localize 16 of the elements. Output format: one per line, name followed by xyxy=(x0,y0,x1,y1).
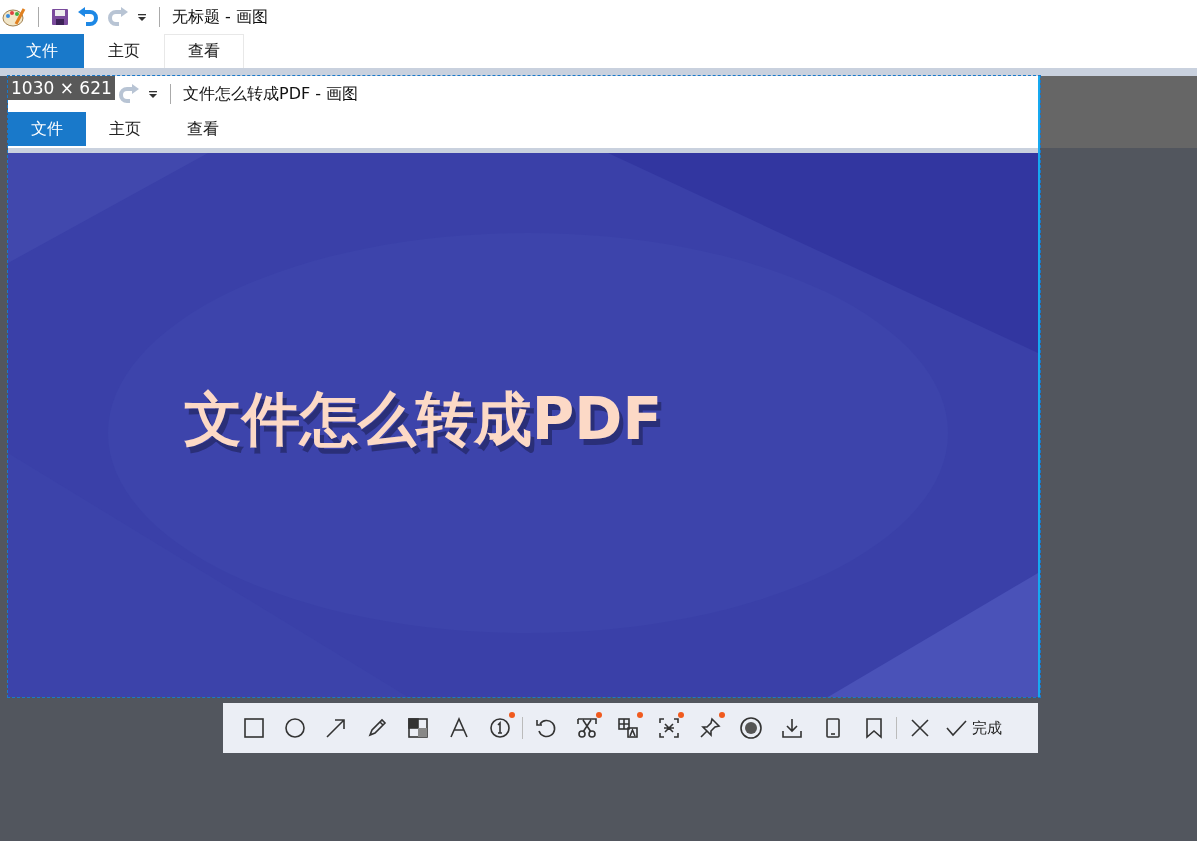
done-button[interactable]: 完成 xyxy=(940,716,1006,740)
banner-title: 文件怎么转成PDF xyxy=(183,384,663,455)
redo-icon xyxy=(118,84,140,104)
capture-frame[interactable]: 文件怎么转成PDF - 画图 文件 主页 查看 文件怎么转成PDF 1030 × 621 xyxy=(8,76,1040,697)
window-title: 文件怎么转成PDF - 画图 xyxy=(183,83,359,105)
save-icon[interactable] xyxy=(51,8,69,26)
dropdown-icon xyxy=(148,89,158,99)
size-label: 1030 × 621 xyxy=(8,76,115,100)
ribbon-tab[interactable]: 查看 xyxy=(164,34,244,68)
dropdown-icon[interactable] xyxy=(137,12,147,22)
window-title: 无标题 - 画图 xyxy=(172,6,268,28)
tab-label: 查看 xyxy=(186,117,220,140)
ribbon-tab: 文件 xyxy=(8,112,86,146)
paint-palette-icon[interactable] xyxy=(2,6,26,28)
tab-label: 主页 xyxy=(108,117,142,140)
ribbon-tab[interactable]: 文件 xyxy=(0,34,84,68)
